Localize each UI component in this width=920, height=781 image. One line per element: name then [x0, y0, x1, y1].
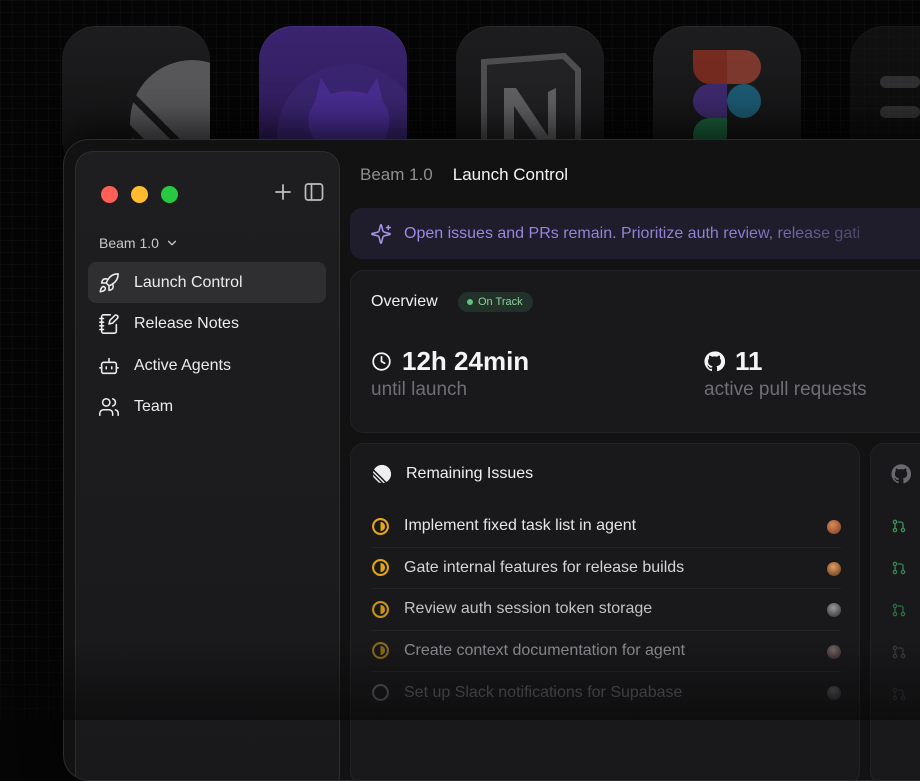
github-icon [891, 464, 911, 484]
linear-logo-icon [372, 464, 392, 484]
git-pull-request-icon [892, 687, 906, 701]
plus-icon [275, 184, 291, 200]
issue-title: Gate internal features for release build… [404, 558, 685, 576]
bot-icon [99, 357, 119, 374]
list-item[interactable]: Set up Slack notifications for Supabase [371, 672, 841, 714]
stat-value: 12h 24min [402, 346, 530, 376]
avatar [827, 603, 841, 617]
issue-title: Create context documentation for agent [404, 641, 686, 659]
main-content: Beam 1.0 Launch Control Open issues and … [350, 140, 920, 780]
sidebar-item-label: Team [134, 398, 174, 416]
issues-header: Remaining Issues [371, 463, 533, 485]
sidebar-item-team[interactable]: Team [88, 387, 326, 428]
avatar [827, 561, 841, 576]
sidebar-item-label: Release Notes [134, 315, 239, 333]
issue-title: Set up Slack notifications for Supabase [404, 683, 683, 701]
notebook-pen-icon [99, 314, 119, 335]
sidebar-item-launch-control[interactable]: Launch Control [88, 262, 326, 303]
sidebar-item-label: Active Agents [134, 356, 231, 374]
in-progress-status-icon [372, 600, 389, 618]
workspace-name: Beam 1.0 [99, 235, 159, 251]
git-pull-request-icon [892, 519, 906, 533]
stat-label: active pull requests [704, 379, 867, 400]
sidebar-item-active-agents[interactable]: Active Agents [88, 345, 326, 386]
window-minimize-button[interactable] [131, 186, 148, 203]
toggle-sidebar-button[interactable] [302, 180, 326, 204]
window-close-button[interactable] [101, 186, 118, 203]
rocket-icon [99, 272, 119, 292]
ai-summary-banner[interactable]: Open issues and PRs remain. Prioritize a… [350, 208, 920, 259]
avatar [827, 644, 841, 659]
git-pull-request-icon [892, 561, 906, 575]
status-badge: On Track [458, 292, 533, 312]
git-pull-request-icon [892, 603, 906, 617]
pull-requests-card [870, 443, 920, 780]
sidebar-item-release-notes[interactable]: Release Notes [88, 304, 326, 345]
issues-title: Remaining Issues [406, 465, 534, 482]
in-progress-status-icon [372, 559, 389, 577]
avatar [827, 686, 841, 700]
chevron-down-icon [167, 240, 177, 246]
panel-left-icon [304, 183, 324, 201]
github-icon [704, 351, 725, 372]
users-icon [99, 398, 119, 417]
sidebar-nav: Launch Control Release Notes Active Agen… [88, 262, 326, 428]
new-item-button[interactable] [271, 180, 295, 204]
active-pull-requests-stat: 11 active pull requests [704, 346, 867, 401]
banner-text: Open issues and PRs remain. Prioritize a… [404, 224, 861, 242]
list-item[interactable]: Gate internal features for release build… [371, 548, 841, 589]
list-item[interactable]: Implement fixed task list in agent [371, 506, 841, 548]
remaining-issues-card: Remaining Issues Implement fixed task li… [350, 443, 860, 780]
time-until-launch-stat: 12h 24min until launch [371, 346, 529, 401]
workspace-switcher[interactable]: Beam 1.0 [99, 235, 179, 251]
stat-value: 11 [735, 346, 763, 376]
todo-status-icon [372, 684, 389, 702]
in-progress-status-icon [372, 642, 389, 660]
avatar [827, 520, 841, 534]
issue-list: Implement fixed task list in agent Gate … [371, 506, 841, 714]
list-item[interactable]: Create context documentation for agent [371, 631, 841, 672]
list-item[interactable]: Review auth session token storage [371, 589, 841, 631]
git-pull-request-icon [892, 645, 906, 659]
sparkles-icon [371, 223, 391, 244]
in-progress-status-icon [372, 517, 389, 535]
window-zoom-button[interactable] [161, 186, 178, 203]
overview-title: Overview [371, 293, 438, 310]
sidebar-item-label: Launch Control [134, 273, 243, 291]
stat-label: until launch [371, 379, 468, 400]
breadcrumb-parent[interactable]: Beam 1.0 [360, 165, 433, 185]
overview-card: Overview On Track 12h 24min until launch… [350, 270, 920, 433]
breadcrumb: Beam 1.0 Launch Control [360, 165, 568, 185]
page-title: Launch Control [452, 165, 569, 184]
issue-title: Implement fixed task list in agent [404, 517, 637, 535]
app-window: Beam 1.0 Launch Control Release Notes Ac… [63, 139, 920, 781]
clock-icon [372, 352, 391, 371]
sidebar: Beam 1.0 Launch Control Release Notes Ac… [75, 151, 340, 780]
issue-title: Review auth session token storage [404, 600, 653, 618]
